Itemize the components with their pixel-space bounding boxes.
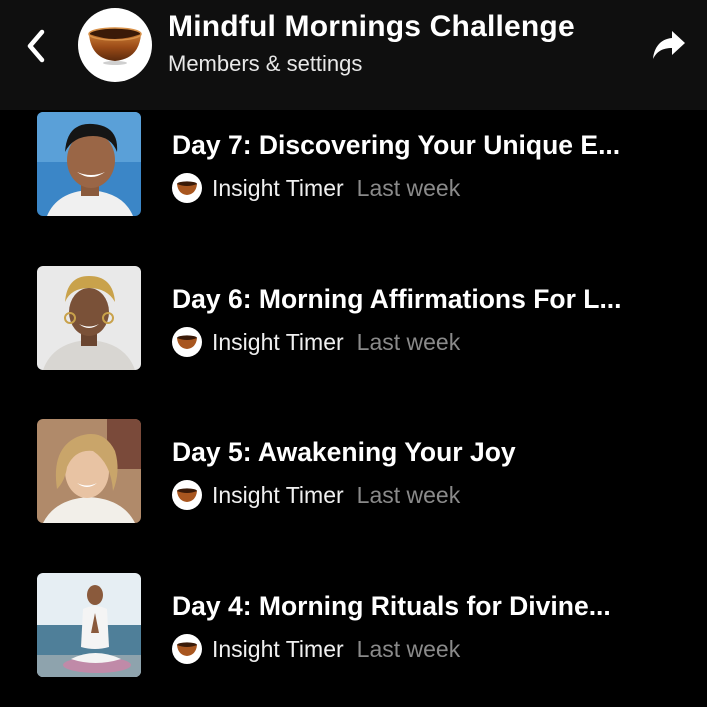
- portrait-image: [37, 573, 141, 677]
- item-thumbnail: [37, 266, 141, 370]
- item-timestamp: Last week: [356, 174, 461, 201]
- item-meta: Insight Timer Last week: [172, 633, 460, 665]
- insight-timer-logo-icon: [172, 634, 202, 664]
- item-title: Day 6: Morning Affirmations For L...: [172, 284, 622, 314]
- insight-timer-logo-icon: [172, 173, 202, 203]
- item-source: Insight Timer: [212, 481, 344, 508]
- item-meta: Insight Timer Last week: [172, 172, 460, 204]
- page-title: Mindful Mornings Challenge: [168, 10, 575, 43]
- item-thumbnail: [37, 419, 141, 523]
- item-meta: Insight Timer Last week: [172, 479, 460, 511]
- share-arrow-icon: [653, 31, 685, 59]
- chevron-left-icon: [27, 29, 45, 63]
- header-bar: Mindful Mornings Challenge Members & set…: [0, 0, 707, 110]
- list-item[interactable]: Day 7: Discovering Your Unique E... Insi…: [0, 112, 707, 222]
- insight-timer-logo-icon: [172, 327, 202, 357]
- item-thumbnail: [37, 573, 141, 677]
- item-meta: Insight Timer Last week: [172, 326, 460, 358]
- item-title: Day 5: Awakening Your Joy: [172, 437, 516, 467]
- back-button[interactable]: [18, 26, 54, 66]
- portrait-image: [37, 419, 141, 523]
- members-settings-link[interactable]: Members & settings: [168, 51, 362, 77]
- list-item[interactable]: Day 6: Morning Affirmations For L... Ins…: [0, 266, 707, 376]
- portrait-image: [37, 112, 141, 216]
- item-timestamp: Last week: [356, 635, 461, 662]
- item-thumbnail: [37, 112, 141, 216]
- item-title: Day 7: Discovering Your Unique E...: [172, 130, 621, 160]
- share-button[interactable]: [648, 26, 690, 64]
- item-source: Insight Timer: [212, 174, 344, 201]
- list-item[interactable]: Day 5: Awakening Your Joy Insight Timer …: [0, 419, 707, 529]
- list-item[interactable]: Day 4: Morning Rituals for Divine... Ins…: [0, 573, 707, 683]
- group-avatar[interactable]: [78, 8, 152, 82]
- item-title: Day 4: Morning Rituals for Divine...: [172, 591, 611, 621]
- insight-timer-logo-icon: [172, 480, 202, 510]
- item-source: Insight Timer: [212, 328, 344, 355]
- item-timestamp: Last week: [356, 481, 461, 508]
- portrait-image: [37, 266, 141, 370]
- singing-bowl-icon: [88, 27, 142, 65]
- item-source: Insight Timer: [212, 635, 344, 662]
- item-timestamp: Last week: [356, 328, 461, 355]
